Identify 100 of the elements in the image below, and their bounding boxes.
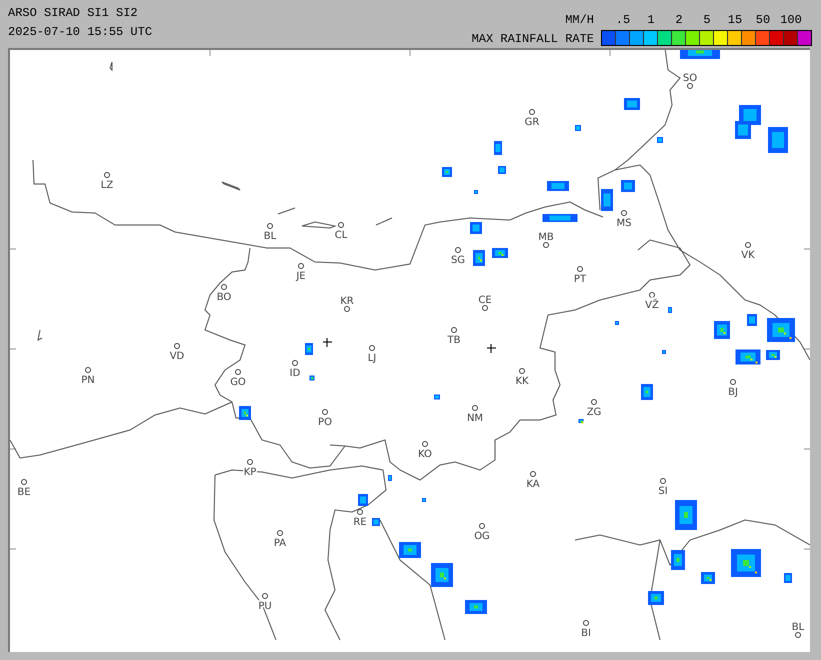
city-marker (479, 523, 485, 529)
rain-echo (641, 384, 653, 400)
rain-echo (542, 214, 578, 222)
city-label: CL (334, 230, 348, 241)
rain-echo (422, 498, 426, 502)
city-marker (338, 222, 344, 228)
radar-title: ARSO SIRAD SI1 SI2 (8, 6, 139, 20)
city-label: BL (264, 231, 276, 242)
rain-echo (747, 314, 757, 326)
city-marker (85, 367, 91, 373)
city-marker (104, 172, 110, 178)
rain-echo (714, 321, 730, 339)
city-label: PT (574, 274, 586, 285)
city-label: SI (658, 486, 668, 497)
rain-echo (675, 500, 697, 530)
city-label: JE (296, 271, 306, 282)
city-label: CE (478, 295, 492, 306)
city-marker (262, 593, 268, 599)
city-marker (687, 83, 693, 89)
city-marker (591, 399, 597, 405)
city-label: RE (353, 517, 367, 528)
rain-echo (547, 181, 569, 191)
city-marker (221, 284, 227, 290)
city-label: MS (616, 218, 632, 229)
city-marker (277, 530, 283, 536)
rain-echo (473, 250, 485, 266)
city-marker (482, 305, 488, 311)
city-label: SG (450, 255, 466, 266)
city-label: NM (466, 413, 484, 424)
city-marker (422, 441, 428, 447)
city-marker (21, 479, 27, 485)
city-label: SO (682, 73, 698, 84)
rain-echo (494, 141, 502, 155)
city-marker (519, 368, 525, 374)
city-label: BI (581, 628, 591, 639)
city-marker (530, 471, 536, 477)
rain-echo (736, 350, 760, 364)
city-marker (529, 109, 535, 115)
city-label: LJ (368, 353, 376, 364)
city-label: OG (474, 531, 490, 542)
city-label: GR (524, 117, 540, 128)
rain-echo (615, 321, 619, 325)
rain-echo (465, 600, 487, 614)
rain-echo (239, 406, 251, 420)
rain-echo (498, 166, 506, 174)
scale-value: 2 (674, 13, 684, 27)
city-label: GO (230, 377, 246, 388)
rain-echo (668, 307, 672, 313)
rain-echo (358, 494, 368, 506)
city-marker (583, 620, 589, 626)
city-marker (745, 242, 751, 248)
city-label: BE (17, 487, 31, 498)
timestamp: 2025-07-10 15:55 UTC (8, 25, 152, 39)
rain-echo (680, 50, 720, 59)
city-marker (267, 223, 273, 229)
city-label: BL (792, 622, 804, 633)
city-marker (472, 405, 478, 411)
rain-echo (671, 550, 685, 570)
rain-echo (768, 127, 788, 153)
city-label: KA (526, 479, 540, 490)
city-label: ZG (586, 407, 602, 418)
scale-value: .5 (614, 13, 632, 27)
city-label: LZ (100, 180, 114, 191)
scale-value: 50 (754, 13, 772, 27)
rain-echo (731, 549, 761, 577)
city-marker (369, 345, 375, 351)
rain-echo (372, 518, 380, 526)
rain-echo (657, 137, 663, 143)
city-marker (621, 210, 627, 216)
rain-echo (701, 572, 715, 584)
city-marker (344, 306, 350, 312)
city-marker (730, 379, 736, 385)
scale-value: 100 (779, 13, 803, 27)
city-label: MB (538, 232, 554, 243)
rain-echo (442, 167, 452, 177)
rain-echo (434, 394, 440, 400)
city-label: KR (340, 296, 354, 307)
rain-echo (474, 190, 478, 194)
city-label: TB (448, 335, 460, 346)
city-label: KK (515, 376, 529, 387)
rain-echo (648, 591, 664, 605)
rain-echo (578, 419, 584, 424)
city-marker (577, 266, 583, 272)
city-label: PA (274, 538, 286, 549)
city-marker (357, 509, 363, 515)
city-marker (451, 327, 457, 333)
city-marker (543, 242, 549, 248)
rain-echo (662, 350, 666, 354)
rain-echo (767, 318, 795, 342)
cross-marker-icon (486, 344, 496, 354)
city-marker (174, 343, 180, 349)
city-label: KO (418, 449, 432, 460)
city-label: BO (216, 292, 232, 303)
legend-caption: MAX RAINFALL RATE (472, 32, 594, 46)
rain-echo (624, 98, 640, 110)
rain-echo (492, 248, 508, 258)
rain-echo (310, 376, 314, 380)
city-marker (247, 459, 253, 465)
rain-echo (575, 125, 581, 131)
unit-label: MM/H (565, 13, 594, 27)
